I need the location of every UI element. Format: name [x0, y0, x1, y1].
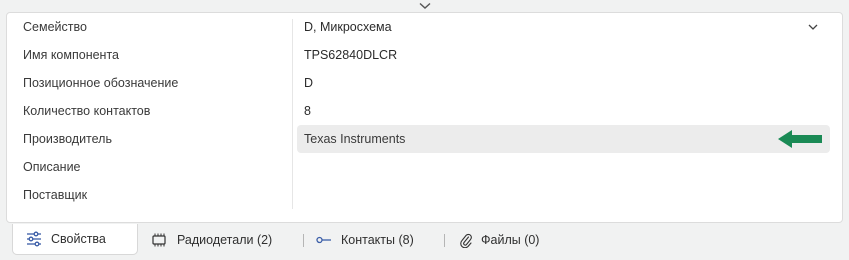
tab-label: Файлы (0): [481, 233, 540, 247]
pin-icon: [316, 236, 331, 244]
tab-label: Контакты (8): [341, 233, 414, 247]
tab-files[interactable]: Файлы (0): [460, 226, 539, 254]
pin-count-value[interactable]: 8: [304, 97, 311, 125]
chevron-down-icon[interactable]: [419, 2, 431, 10]
property-row-designator[interactable]: Позиционное обозначение D: [7, 69, 844, 97]
properties-panel: Семейство D, Микросхема Имя компонента T…: [6, 12, 843, 223]
property-row-component-name[interactable]: Имя компонента TPS62840DLCR: [7, 41, 844, 69]
property-label: Позиционное обозначение: [23, 76, 179, 90]
tab-separator: [303, 234, 304, 247]
property-row-pin-count[interactable]: Количество контактов 8: [7, 97, 844, 125]
paperclip-icon: [460, 233, 472, 248]
chevron-down-icon[interactable]: [807, 22, 819, 32]
arrow-left-icon: [778, 130, 822, 148]
component-name-value[interactable]: TPS62840DLCR: [304, 41, 397, 69]
sliders-icon: [27, 231, 41, 247]
manufacturer-value[interactable]: Texas Instruments: [304, 125, 405, 153]
designator-value[interactable]: D: [304, 69, 313, 97]
property-row-family[interactable]: Семейство D, Микросхема: [7, 13, 844, 41]
bottom-tabs: Свойства Радиодетали (2) Контакты (8) Фа…: [6, 224, 843, 256]
tab-label: Свойства: [51, 232, 106, 246]
property-label: Производитель: [23, 132, 112, 146]
chip-icon: [152, 233, 166, 247]
tab-separator: [444, 234, 445, 247]
property-label: Имя компонента: [23, 48, 119, 62]
property-row-supplier[interactable]: Поставщик: [7, 181, 844, 209]
tab-label: Радиодетали (2): [177, 233, 273, 247]
collapse-toggle[interactable]: [0, 0, 849, 12]
property-row-description[interactable]: Описание: [7, 153, 844, 181]
property-label: Описание: [23, 160, 81, 174]
tab-components[interactable]: Радиодетали (2): [150, 226, 272, 254]
property-row-manufacturer[interactable]: Производитель Texas Instruments: [7, 125, 844, 153]
tab-pins[interactable]: Контакты (8): [316, 226, 414, 254]
property-label: Количество контактов: [23, 104, 151, 118]
tab-properties[interactable]: Свойства: [12, 224, 138, 255]
property-label: Поставщик: [23, 188, 88, 202]
family-select-value[interactable]: D, Микросхема: [304, 13, 392, 41]
property-label: Семейство: [23, 20, 87, 34]
